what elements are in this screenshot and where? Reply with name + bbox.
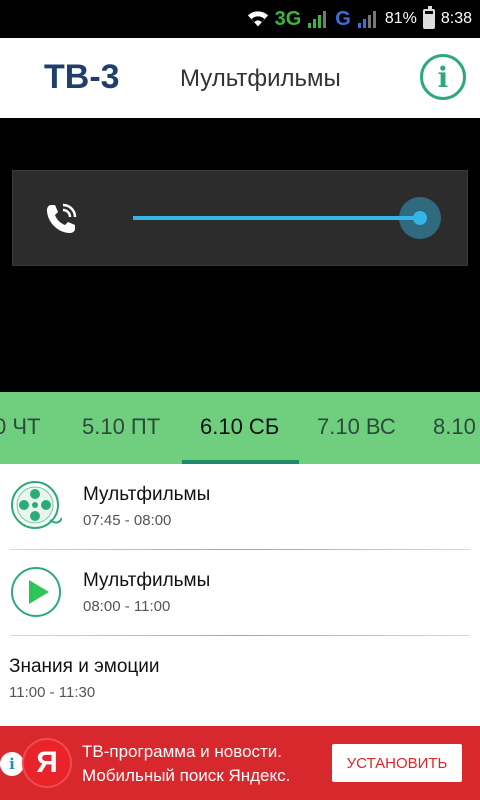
volume-slider-track[interactable] bbox=[133, 216, 421, 220]
network-3g-label: 3G bbox=[274, 7, 302, 30]
ad-banner[interactable]: i Я ТВ-программа и новости. Мобильный по… bbox=[0, 726, 480, 800]
battery-percent: 81% bbox=[384, 10, 417, 27]
network-g-label: G bbox=[335, 7, 351, 30]
install-button[interactable]: УСТАНОВИТЬ bbox=[332, 744, 462, 782]
info-button[interactable]: i bbox=[420, 54, 466, 100]
tab-date[interactable]: 8.10 bbox=[433, 414, 476, 440]
battery-icon bbox=[422, 6, 435, 29]
list-item[interactable]: Знания и эмоции 11:00 - 11:30 bbox=[0, 636, 480, 722]
video-player[interactable] bbox=[0, 118, 480, 392]
page-title: Мультфильмы bbox=[180, 65, 341, 92]
volume-slider-thumb[interactable] bbox=[399, 197, 441, 239]
tab-date-selected[interactable]: 6.10 СБ bbox=[200, 414, 279, 440]
film-reel-icon bbox=[11, 481, 62, 529]
program-time: 08:00 - 11:00 bbox=[83, 598, 171, 615]
tab-date[interactable]: 5.10 ПТ bbox=[82, 414, 160, 440]
program-title: Мультфильмы bbox=[83, 570, 211, 591]
channel-logo: ТВ-3 bbox=[44, 58, 120, 96]
info-icon: i bbox=[437, 60, 449, 94]
phone-in-call-icon bbox=[47, 203, 77, 233]
signal-icon bbox=[308, 11, 327, 28]
program-time: 07:45 - 08:00 bbox=[83, 512, 172, 529]
volume-panel bbox=[12, 170, 468, 266]
signal-icon bbox=[357, 11, 376, 28]
ad-line-1: ТВ-программа и новости. bbox=[82, 742, 283, 761]
play-icon bbox=[11, 567, 61, 617]
ad-line-2: Мобильный поиск Яндекс. bbox=[82, 766, 291, 785]
yandex-logo: Я bbox=[22, 738, 72, 788]
program-title: Знания и эмоции bbox=[9, 656, 160, 677]
list-item[interactable]: Мультфильмы 08:00 - 11:00 bbox=[0, 550, 480, 636]
status-bar: 3G G 81% 8:38 bbox=[0, 0, 480, 38]
schedule-list: Мультфильмы 07:45 - 08:00 Мультфильмы 08… bbox=[0, 464, 480, 754]
date-tabs: 0 ЧТ 5.10 ПТ 6.10 СБ 7.10 ВС 8.10 bbox=[0, 392, 480, 464]
app-header: ТВ-3 Мультфильмы i bbox=[0, 38, 480, 118]
ad-info-icon[interactable]: i bbox=[0, 752, 24, 776]
program-time: 11:00 - 11:30 bbox=[9, 684, 96, 701]
ad-text: ТВ-программа и новости. Мобильный поиск … bbox=[82, 740, 290, 788]
tab-date[interactable]: 0 ЧТ bbox=[0, 414, 40, 440]
list-item[interactable]: Мультфильмы 07:45 - 08:00 bbox=[0, 464, 480, 550]
tab-date[interactable]: 7.10 ВС bbox=[317, 414, 396, 440]
wifi-icon bbox=[247, 11, 268, 27]
clock: 8:38 bbox=[440, 10, 472, 27]
program-title: Мультфильмы bbox=[83, 484, 211, 505]
